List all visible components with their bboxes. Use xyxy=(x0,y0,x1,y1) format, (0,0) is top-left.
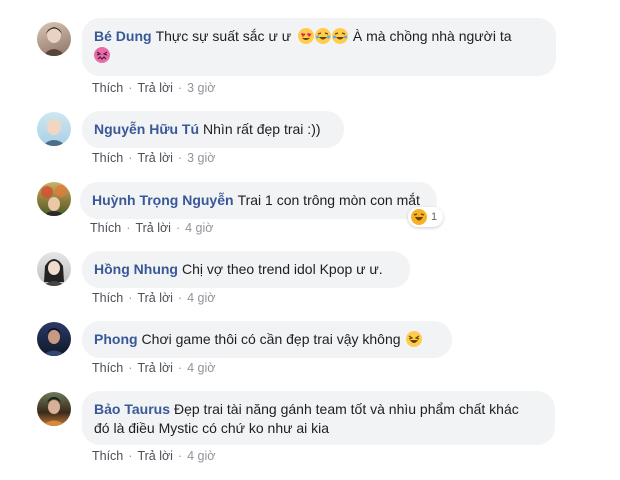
comment-actions: Thích · Trả lời · 4 giờ xyxy=(92,361,215,375)
avatar[interactable] xyxy=(37,112,71,146)
avatar[interactable] xyxy=(37,22,71,56)
comment-actions: Thích · Trả lời · 4 giờ xyxy=(90,221,213,235)
comment-author[interactable]: Hồng Nhung xyxy=(94,261,178,277)
comment-text: Đẹp trai tài năng gánh team tốt và nhìu … xyxy=(173,401,519,417)
reply-link[interactable]: Trả lời xyxy=(137,449,173,463)
reply-link[interactable]: Trả lời xyxy=(137,291,173,305)
confounded-face-icon xyxy=(94,47,110,63)
separator: · xyxy=(177,449,183,463)
separator: · xyxy=(175,221,181,235)
avatar[interactable] xyxy=(37,182,71,216)
crying-laughing-icon xyxy=(331,28,348,44)
like-link[interactable]: Thích xyxy=(92,151,123,165)
grinning-squint-icon xyxy=(406,331,423,347)
separator: · xyxy=(126,221,131,235)
comment-actions: Thích · Trả lời · 4 giờ xyxy=(92,449,215,463)
like-link[interactable]: Thích xyxy=(90,221,121,235)
like-link[interactable]: Thích xyxy=(92,361,123,375)
separator: · xyxy=(128,291,133,305)
comment-author[interactable]: Phong xyxy=(94,331,138,347)
comment-actions: Thích · Trả lời · 4 giờ xyxy=(92,291,215,305)
reply-link[interactable]: Trả lời xyxy=(137,81,173,95)
crying-laughing-icon xyxy=(314,28,331,44)
comment-author[interactable]: Bé Dung xyxy=(94,28,152,44)
like-link[interactable]: Thích xyxy=(92,291,123,305)
like-link[interactable]: Thích xyxy=(92,81,123,95)
separator: · xyxy=(177,291,183,305)
timestamp[interactable]: 3 giờ xyxy=(187,151,215,165)
timestamp[interactable]: 4 giờ xyxy=(185,221,213,235)
haha-reaction-icon xyxy=(411,209,427,225)
separator: · xyxy=(128,361,133,375)
heart-eyes-icon xyxy=(297,28,314,44)
comment-bubble: Phong Chơi game thôi có cần đẹp trai vậy … xyxy=(82,321,452,358)
comment-text: Chị vợ theo trend idol Kpop ư ư. xyxy=(181,261,383,277)
reply-link[interactable]: Trả lời xyxy=(137,361,173,375)
comment-text: Trai 1 con trông mòn con mắt xyxy=(237,192,420,208)
comment-text-continued: À mà chồng nhà người ta xyxy=(352,28,512,44)
avatar-photo-icon xyxy=(42,118,66,146)
avatar-photo-icon xyxy=(42,328,66,356)
separator: · xyxy=(177,361,183,375)
timestamp[interactable]: 4 giờ xyxy=(187,361,215,375)
avatar-photo-icon xyxy=(43,27,65,56)
comment-author[interactable]: Nguyễn Hữu Tú xyxy=(94,121,199,137)
timestamp[interactable]: 3 giờ xyxy=(187,81,215,95)
comment-text: Thực sự suất sắc ư ư xyxy=(155,28,292,44)
comment-bubble: Huỳnh Trọng Nguyễn Trai 1 con trông mòn c… xyxy=(80,182,437,219)
comment-actions: Thích · Trả lời · 3 giờ xyxy=(92,151,215,165)
separator: · xyxy=(128,151,133,165)
comment-text: Chơi game thôi có cần đẹp trai vậy không xyxy=(141,331,401,347)
avatar[interactable] xyxy=(37,252,71,286)
reaction-count-value: 1 xyxy=(431,211,438,223)
timestamp[interactable]: 4 giờ xyxy=(187,449,215,463)
avatar-photo-icon xyxy=(41,185,67,216)
comment-bubble: Hồng Nhung Chị vợ theo trend idol Kpop ư … xyxy=(82,251,410,288)
comment-text-continued: đó là điều Mystic có chứ ko như ai kia xyxy=(94,420,330,436)
avatar-photo-icon xyxy=(42,397,66,426)
comment-bubble: Bảo Taurus Đẹp trai tài năng gánh team tố… xyxy=(82,391,555,445)
separator: · xyxy=(128,81,133,95)
reaction-count[interactable]: 1 xyxy=(408,207,444,227)
avatar[interactable] xyxy=(37,392,71,426)
like-link[interactable]: Thích xyxy=(92,449,123,463)
separator: · xyxy=(128,449,133,463)
avatar-photo-icon xyxy=(43,259,65,286)
reply-link[interactable]: Trả lời xyxy=(137,151,173,165)
comment-actions: Thích · Trả lời · 3 giờ xyxy=(92,81,215,95)
comment-bubble: Bé Dung Thực sự suất sắc ư ư À mà chồng n… xyxy=(82,18,556,76)
comment-bubble: Nguyễn Hữu Tú Nhìn rất đẹp trai :)) xyxy=(82,111,344,148)
separator: · xyxy=(177,81,183,95)
timestamp[interactable]: 4 giờ xyxy=(187,291,215,305)
avatar[interactable] xyxy=(37,322,71,356)
comment-author[interactable]: Bảo Taurus xyxy=(94,401,170,417)
comment-author[interactable]: Huỳnh Trọng Nguyễn xyxy=(92,192,234,208)
separator: · xyxy=(177,151,183,165)
comment-text: Nhìn rất đẹp trai :)) xyxy=(203,121,321,137)
reply-link[interactable]: Trả lời xyxy=(135,221,171,235)
